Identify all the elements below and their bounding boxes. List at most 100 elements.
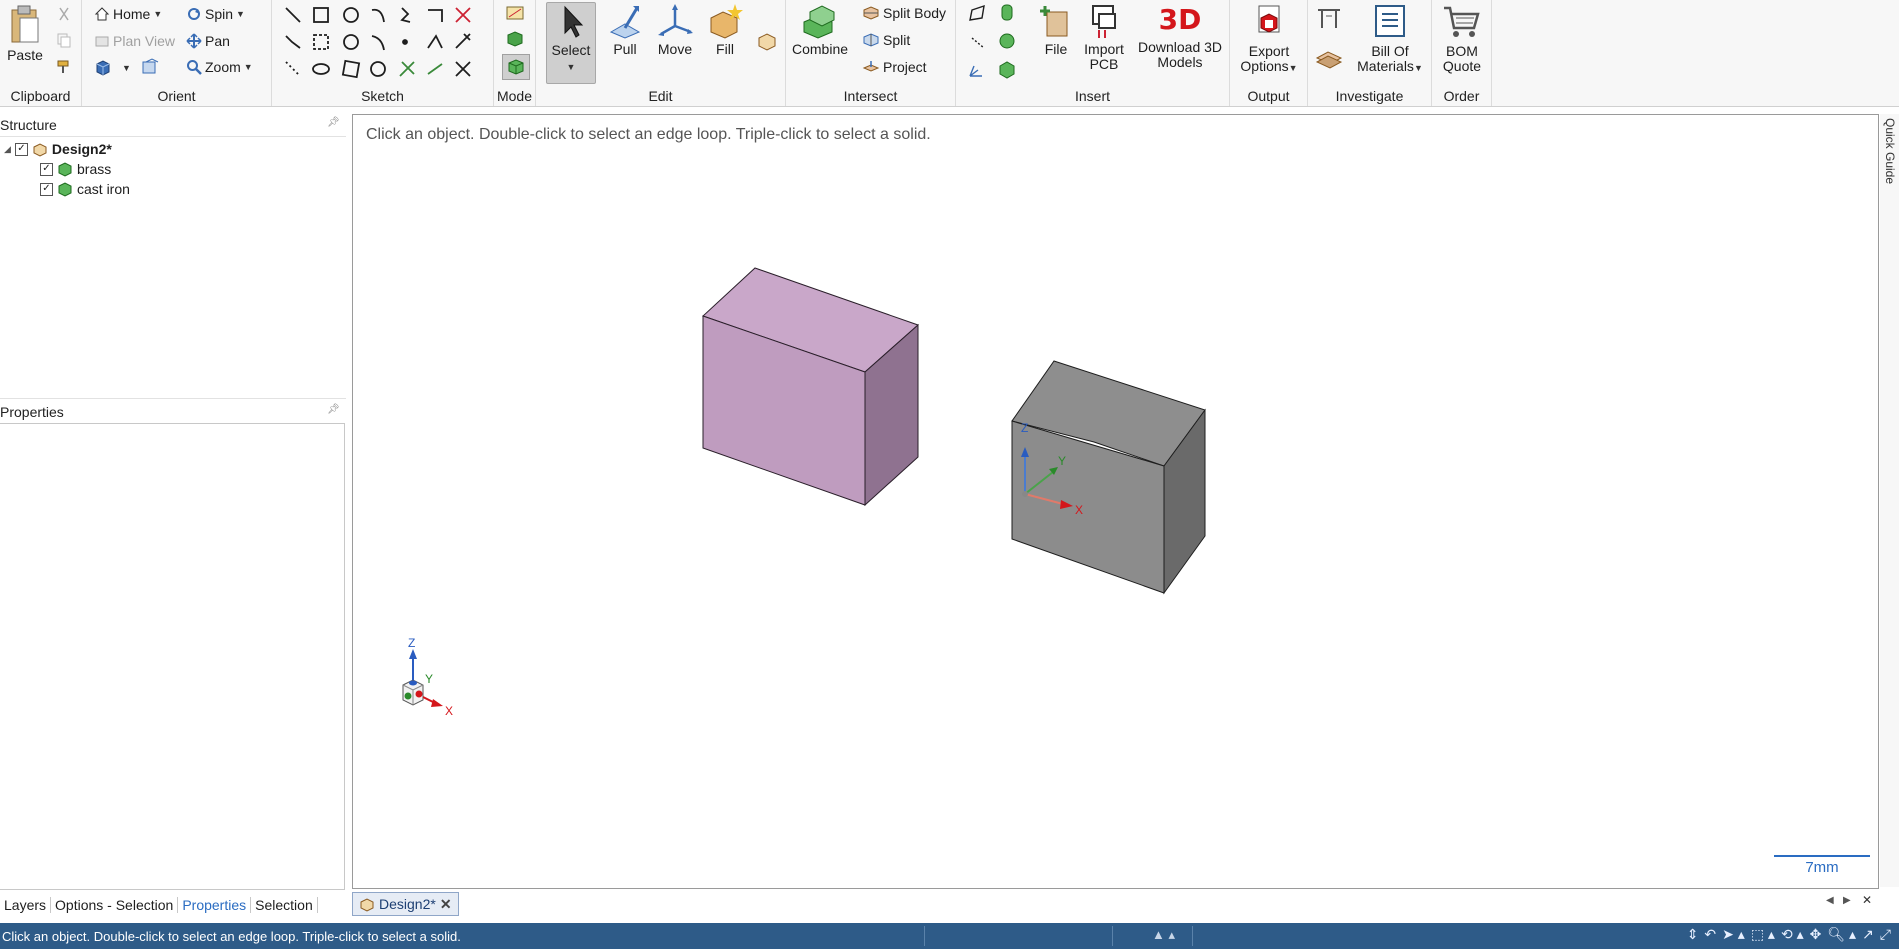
cube-label-x: X [445,704,453,718]
tab-scroll-left-icon[interactable]: ◀ [1826,895,1834,906]
spin-tool-icon[interactable]: ⟲ ▴ [1781,926,1804,943]
move-button[interactable]: Move [652,2,698,57]
plan-view-button[interactable]: Plan View [94,33,175,49]
pan-tool-icon[interactable]: ✥ [1810,926,1822,943]
close-all-icon[interactable]: ✕ [1862,893,1872,907]
paste-icon [11,5,39,43]
measure-icon[interactable] [1314,6,1344,32]
undo-icon[interactable]: ↶ [1704,926,1716,943]
circle-icon [343,7,359,23]
design-icon [360,898,374,912]
pull-tool-icon[interactable]: ↗ [1862,926,1874,943]
sketch-label: Sketch [361,88,404,104]
chevron-down-icon: ▼ [1413,63,1423,73]
three-point-circle-icon [343,34,359,50]
tab-scroll-right-icon[interactable]: ▶ [1843,895,1851,906]
chevron-down-icon: ▼ [1288,63,1298,73]
selection-filter-icon[interactable]: ▲ ▴ [1152,927,1175,943]
brass-block[interactable] [702,267,919,507]
arc-icon [371,8,385,23]
tree-item-brass[interactable]: ✓ brass [40,161,111,177]
sketch-mode-icon[interactable] [505,3,525,23]
zoom-tool-icon[interactable]: 🔍︎ ▴ [1827,926,1856,943]
solid-body-icon [58,162,72,177]
bill-of-materials-button[interactable]: Bill Of Materials▼ [1352,2,1428,76]
divider [1192,926,1193,946]
select-tool-icon[interactable]: ➤ ▴ [1722,926,1745,943]
visibility-checkbox[interactable]: ✓ [14,142,28,156]
format-painter-icon[interactable] [56,58,72,74]
intersect-label: Intersect [843,88,898,104]
zoom-button[interactable]: Zoom ▼ [186,59,253,75]
fill-button[interactable]: Fill [702,2,748,57]
import-pcb-button[interactable]: Import PCB [1082,2,1126,72]
move-tool-icon[interactable]: ⤢ [1880,926,1891,943]
mode-group: Mode [494,0,536,106]
tangent-line-icon [285,35,301,49]
line-icon [285,7,301,23]
cut-icon[interactable] [56,6,72,22]
origin-icon [969,65,982,77]
close-icon[interactable]: ✕ [440,896,452,913]
collapse-icon[interactable]: ◢ [4,144,11,155]
insert-primitives[interactable] [964,2,1024,82]
document-tab-label: Design2* [379,896,436,912]
delete-sketch-icon [455,61,471,77]
combine-button[interactable]: Combine [792,2,848,57]
select-button[interactable]: Select ▼ [546,2,596,84]
model-canvas[interactable]: Z Y X Z Y X [353,115,1878,888]
sweep-arc-icon [371,35,385,51]
pin-icon[interactable]: 📌︎ [327,404,340,415]
view-cube[interactable]: Z Y X [402,636,453,718]
bom-quote-button[interactable]: BOM Quote [1436,2,1488,74]
axis-label-y: Y [1058,454,1066,468]
plane-icon [969,4,985,21]
replace-face-icon[interactable] [756,30,778,52]
document-tab[interactable]: Design2* ✕ [352,892,459,916]
tree-item-cast-iron[interactable]: ✓ cast iron [40,181,130,197]
download-3d-models-button[interactable]: 3D Download 3D Models [1136,2,1224,70]
design-viewport[interactable]: Click an object. Double-click to select … [352,114,1879,889]
pin-icon[interactable]: 📌︎ [327,117,340,128]
display-style-icon[interactable] [140,58,160,76]
copy-icon[interactable] [56,32,72,48]
quick-guide-tab[interactable]: Quick Guide [1883,118,1897,184]
visibility-checkbox[interactable]: ✓ [40,182,53,196]
home-button[interactable]: Home ▼ [94,6,162,22]
box-select-icon[interactable]: ⬚ ▴ [1751,926,1775,943]
chevron-down-icon[interactable]: ▼ [122,63,131,73]
paste-button[interactable]: Paste [4,2,46,63]
section-mode-icon[interactable] [505,29,525,49]
pull-button[interactable]: Pull [602,2,648,57]
check-geometry-icon[interactable] [1314,44,1344,70]
split-line-icon [399,61,415,77]
tab-options-selection[interactable]: Options - Selection [51,897,179,913]
tab-selection[interactable]: Selection [251,897,318,913]
tab-properties[interactable]: Properties [178,897,252,913]
visibility-checkbox[interactable]: ✓ [40,162,53,176]
pan-button[interactable]: Pan [186,33,230,49]
status-bar: Click an object. Double-click to select … [0,923,1899,949]
orient-label: Orient [157,88,196,104]
bill-of-materials-icon [1375,5,1405,37]
up-down-icon[interactable]: ⇕ [1687,926,1699,943]
intersect-group: Combine Split Body Split Project Interse… [786,0,956,106]
view-cube-icon[interactable] [94,58,112,76]
structure-panel-title: Structure [0,117,57,133]
design-icon [33,143,47,157]
select-cursor-icon [564,5,584,38]
sketch-tools[interactable] [278,2,490,82]
split-body-button[interactable]: Split Body [862,5,946,21]
3d-mode-button[interactable] [502,54,530,80]
file-button[interactable]: File [1036,2,1076,57]
split-button[interactable]: Split [862,32,910,48]
tree-root[interactable]: ◢ ✓ Design2* [4,141,112,157]
tab-layers[interactable]: Layers [0,897,52,913]
export-options-button[interactable]: Export Options▼ [1236,2,1302,76]
chevron-down-icon: ▼ [566,62,576,72]
axis-label-z: Z [1021,421,1028,435]
project-button[interactable]: Project [862,59,927,75]
spin-button[interactable]: Spin ▼ [186,6,245,22]
cast-iron-block[interactable] [1011,360,1206,595]
sphere-icon [999,33,1015,49]
